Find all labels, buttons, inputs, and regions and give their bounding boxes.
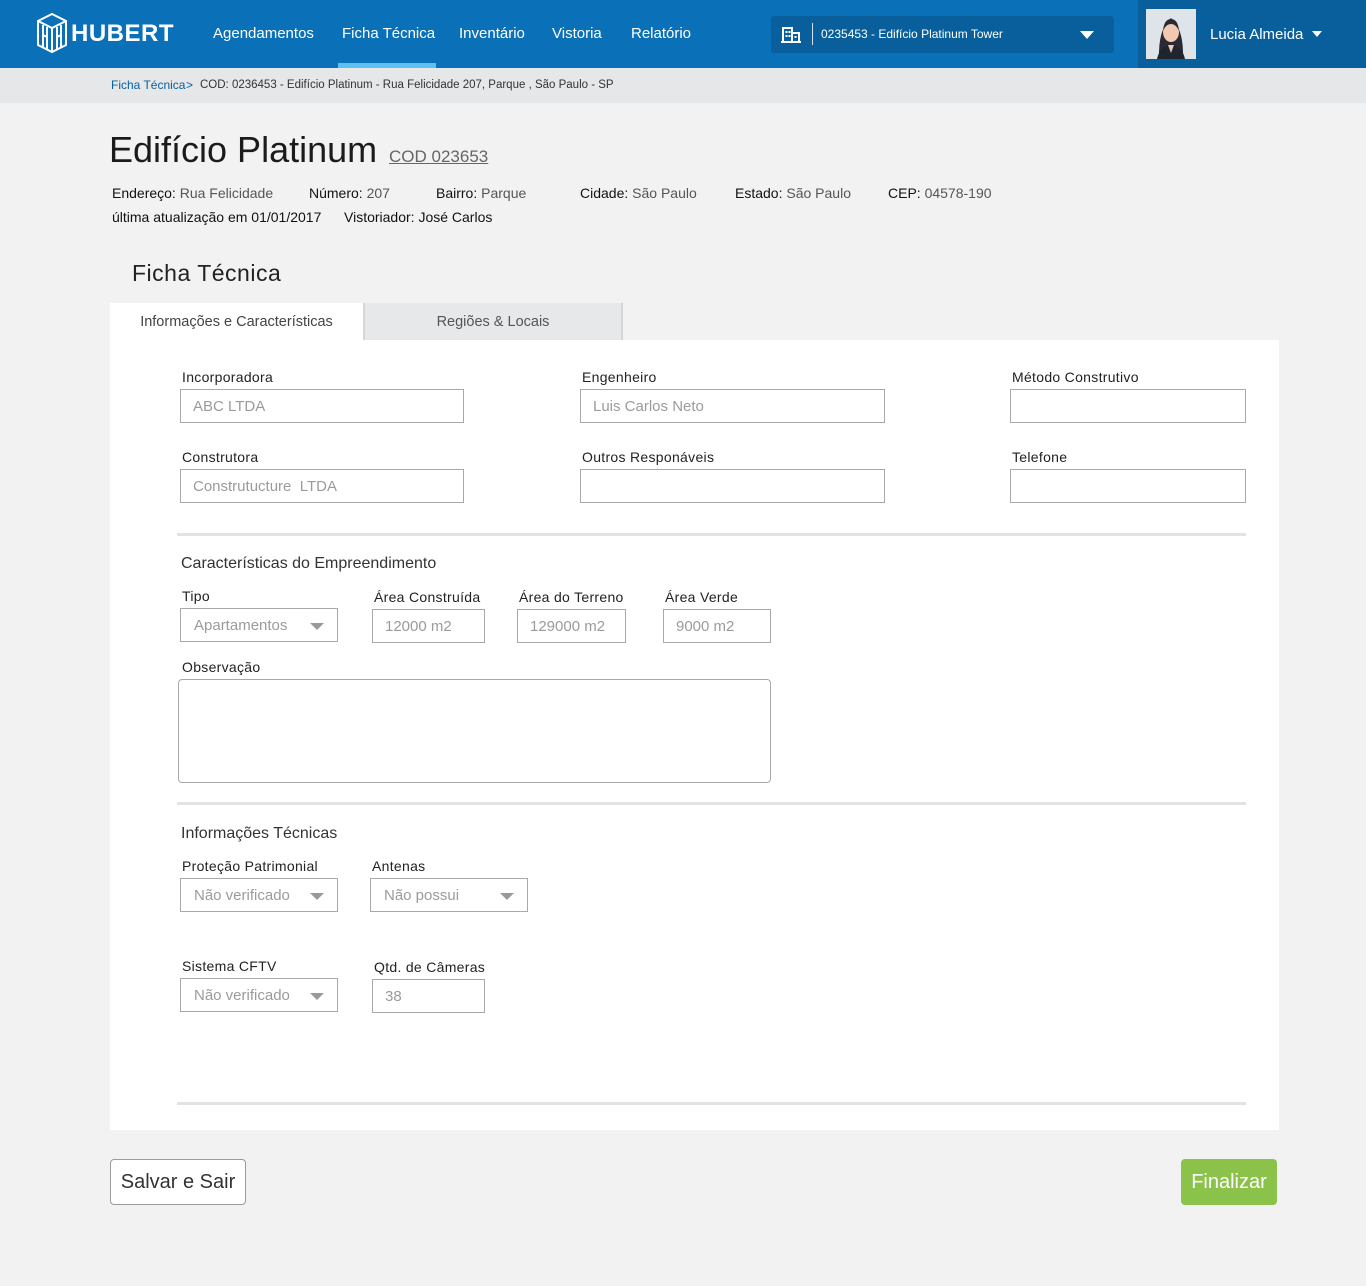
avatar <box>1146 9 1196 59</box>
chevron-down-icon <box>500 893 514 900</box>
antenas-select-value: Não possui <box>384 887 460 904</box>
info-label: CEP: <box>888 185 921 201</box>
finish-button[interactable]: Finalizar <box>1181 1159 1277 1205</box>
nav-inventario[interactable]: Inventário <box>459 25 525 42</box>
tipo-select[interactable]: Apartamentos <box>180 608 338 642</box>
tipo-label: Tipo <box>182 588 210 604</box>
page-title: Edifício Platinum <box>109 129 378 170</box>
breadcrumb-link-ficha-tecnica[interactable]: Ficha Técnica <box>111 78 185 92</box>
breadcrumb: Ficha Técnica > COD: 0236453 - Edifício … <box>0 68 1366 103</box>
logo[interactable]: HUBERT <box>35 11 174 55</box>
nav-vistoria[interactable]: Vistoria <box>552 25 602 42</box>
section-divider <box>177 802 1246 805</box>
info-value: São Paulo <box>632 185 697 201</box>
section-title: Ficha Técnica <box>132 260 282 286</box>
engenheiro-input[interactable] <box>580 389 885 423</box>
info-label: Cidade: <box>580 185 629 201</box>
area-construida-label: Área Construída <box>374 589 481 605</box>
building-select-value: 0235453 - Edifício Platinum Tower <box>821 27 1003 41</box>
info-label: Endereço: <box>112 185 176 201</box>
logo-cube-icon <box>37 12 67 54</box>
logo-text: HUBERT <box>71 20 174 47</box>
updated-text: última atualização em 01/01/2017 <box>112 209 322 225</box>
area-construida-input[interactable] <box>372 609 485 643</box>
metodo-construtivo-label: Método Construtivo <box>1012 369 1139 385</box>
user-name: Lucia Almeida <box>1210 26 1304 43</box>
protecao-select[interactable]: Não verificado <box>180 878 338 912</box>
info-cidade: Cidade: São Paulo <box>580 185 697 201</box>
section-divider <box>177 1102 1246 1105</box>
info-vistoriador: Vistoriador: José Carlos <box>344 209 492 225</box>
info-value: São Paulo <box>786 185 851 201</box>
cftv-select-value: Não verificado <box>194 987 290 1004</box>
building-code[interactable]: COD 023653 <box>389 147 488 167</box>
qtd-cameras-label: Qtd. de Câmeras <box>374 959 486 975</box>
info-value: Parque <box>481 185 527 201</box>
info-value: José Carlos <box>418 209 493 225</box>
info-cep: CEP: 04578-190 <box>888 185 992 201</box>
info-label: Vistoriador: <box>344 209 415 225</box>
info-estado: Estado: São Paulo <box>735 185 851 201</box>
nav-ficha-tecnica[interactable]: Ficha Técnica <box>342 25 435 42</box>
construtora-input[interactable] <box>180 469 464 503</box>
info-endereco: Endereço: Rua Felicidade <box>112 185 273 201</box>
save-and-exit-button[interactable]: Salvar e Sair <box>110 1159 246 1205</box>
cftv-select[interactable]: Não verificado <box>180 978 338 1012</box>
qtd-cameras-input[interactable] <box>372 979 485 1013</box>
construtora-label: Construtora <box>182 449 259 465</box>
area-verde-label: Área Verde <box>665 589 739 605</box>
info-bairro: Bairro: Parque <box>436 185 526 201</box>
chevron-down-icon <box>310 893 324 900</box>
building-select[interactable]: 0235453 - Edifício Platinum Tower <box>771 16 1114 53</box>
protecao-label: Proteção Patrimonial <box>182 858 318 874</box>
nav-agendamentos[interactable]: Agendamentos <box>213 25 314 42</box>
observacao-label: Observação <box>182 659 261 675</box>
antenas-select[interactable]: Não possui <box>370 878 528 912</box>
tab-informacoes[interactable]: Informações e Características <box>110 303 363 341</box>
info-label: Estado: <box>735 185 783 201</box>
info-numero: Número: 207 <box>309 185 390 201</box>
outros-responsaveis-input[interactable] <box>580 469 885 503</box>
tab-regioes-locais[interactable]: Regiões & Locais <box>363 303 623 341</box>
top-navbar: HUBERT Agendamentos Ficha Técnica Invent… <box>0 0 1366 68</box>
engenheiro-label: Engenheiro <box>582 369 657 385</box>
chevron-down-icon <box>310 623 324 630</box>
info-label: Bairro: <box>436 185 478 201</box>
section-divider <box>177 533 1246 536</box>
info-label: Número: <box>309 185 363 201</box>
user-menu[interactable]: Lucia Almeida <box>1138 0 1366 68</box>
breadcrumb-separator: > <box>186 78 194 92</box>
outros-responsaveis-label: Outros Responáveis <box>582 449 715 465</box>
chevron-down-icon <box>310 993 324 1000</box>
area-verde-input[interactable] <box>663 609 771 643</box>
building-icon <box>781 27 801 43</box>
incorporadora-input[interactable] <box>180 389 464 423</box>
info-updated: última atualização em 01/01/2017 <box>112 209 321 225</box>
chevron-down-icon <box>1080 31 1094 39</box>
tipo-select-value: Apartamentos <box>194 617 288 634</box>
caracteristicas-heading: Características do Empreendimento <box>181 555 437 572</box>
nav-relatorio[interactable]: Relatório <box>631 25 691 42</box>
observacao-textarea[interactable] <box>178 679 771 783</box>
antenas-label: Antenas <box>372 858 426 874</box>
incorporadora-label: Incorporadora <box>182 369 274 385</box>
user-avatar-image <box>1146 9 1196 59</box>
select-divider <box>812 23 813 45</box>
info-value: Rua Felicidade <box>179 185 274 201</box>
tecnicas-heading: Informações Técnicas <box>181 825 338 842</box>
info-value: 207 <box>366 185 390 201</box>
chevron-down-icon <box>1312 31 1322 37</box>
cftv-label: Sistema CFTV <box>182 958 277 974</box>
telefone-input[interactable] <box>1010 469 1246 503</box>
info-value: 04578-190 <box>924 185 992 201</box>
area-terreno-input[interactable] <box>517 609 626 643</box>
protecao-select-value: Não verificado <box>194 887 290 904</box>
area-terreno-label: Área do Terreno <box>519 589 624 605</box>
metodo-construtivo-input[interactable] <box>1010 389 1246 423</box>
breadcrumb-current: COD: 0236453 - Edifício Platinum - Rua F… <box>200 79 614 91</box>
telefone-label: Telefone <box>1012 449 1068 465</box>
